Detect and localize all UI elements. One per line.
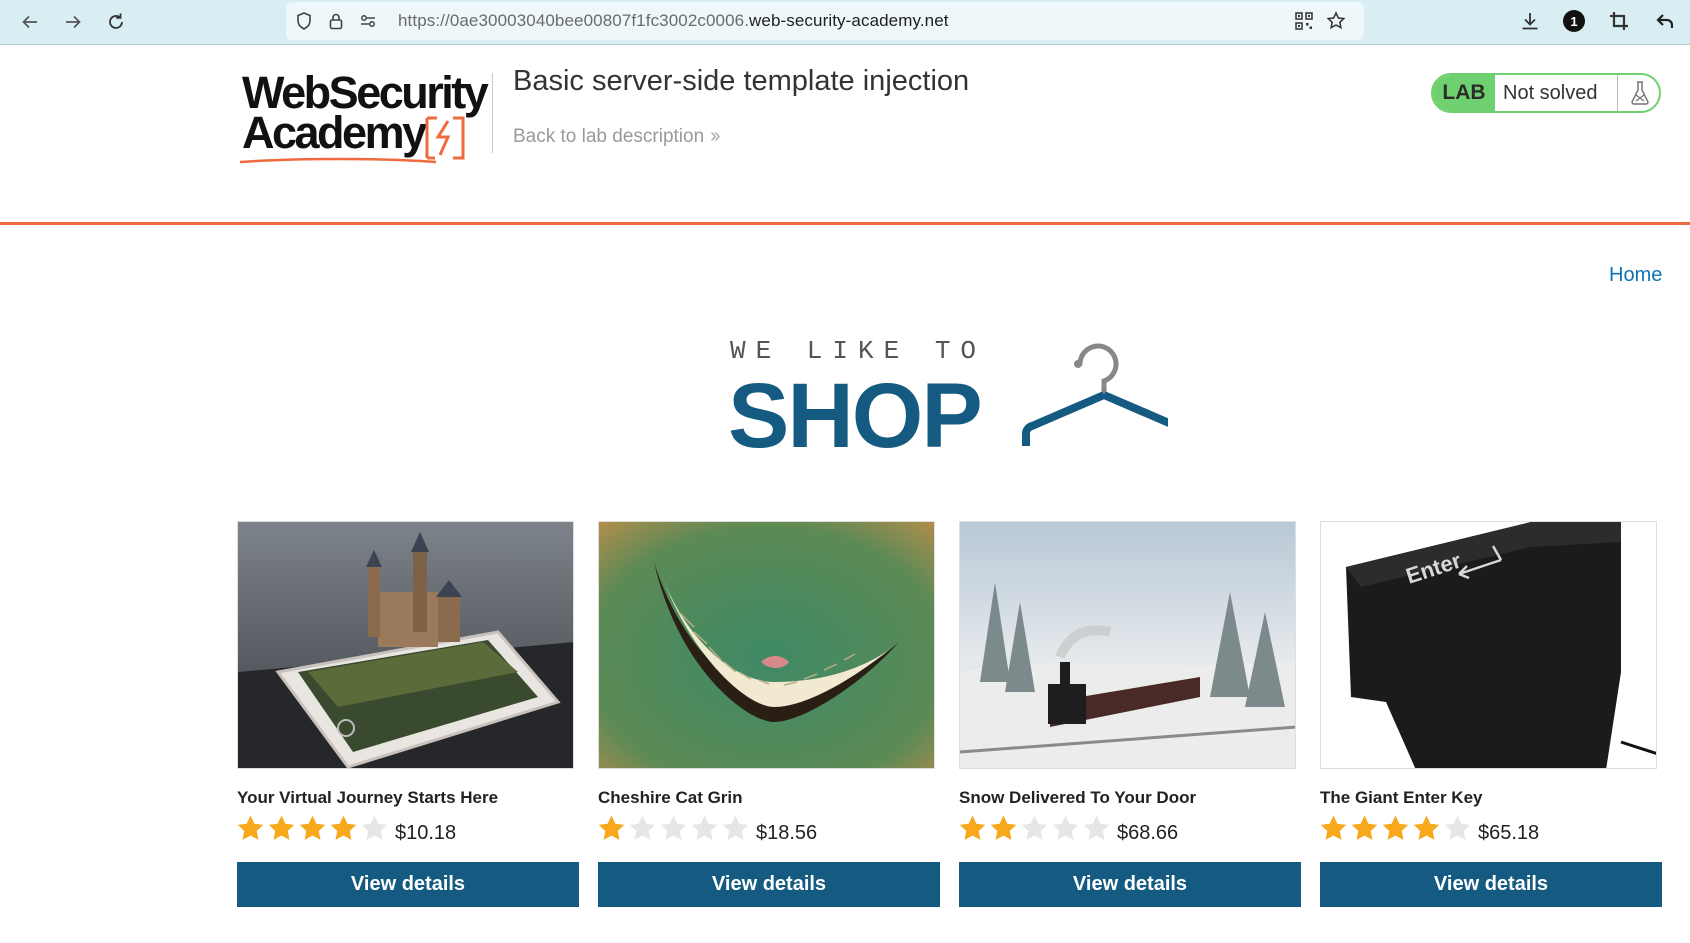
product-card: Your Virtual Journey Starts Here $10.18 … xyxy=(235,521,580,907)
product-price: $65.18 xyxy=(1478,822,1540,844)
rating-stars xyxy=(957,813,1112,843)
double-chevron-right-icon: ›› xyxy=(710,125,720,147)
flask-button[interactable] xyxy=(1617,75,1659,111)
star-filled-icon xyxy=(990,815,1017,840)
product-grid: Your Virtual Journey Starts Here $10.18 … xyxy=(235,521,1663,907)
star-empty-icon xyxy=(361,815,388,840)
star-empty-icon xyxy=(1444,815,1471,840)
back-button[interactable] xyxy=(14,6,46,38)
product-price: $68.66 xyxy=(1117,822,1179,844)
star-filled-icon xyxy=(330,815,357,840)
lab-header: WebSecurity Academy Basic server-side te… xyxy=(0,45,1690,225)
shield-icon[interactable] xyxy=(294,11,314,31)
back-link-label: Back to lab description xyxy=(513,126,705,147)
star-filled-icon xyxy=(598,815,625,840)
product-name: Your Virtual Journey Starts Here xyxy=(237,788,499,807)
view-details-button[interactable]: View details xyxy=(237,862,579,907)
arrow-right-icon xyxy=(66,15,81,29)
star-empty-icon xyxy=(1083,815,1110,840)
star-empty-icon xyxy=(1021,815,1048,840)
product-card: Snow Delivered To Your Door $68.66 View … xyxy=(957,521,1302,907)
rating-stars xyxy=(1318,813,1473,843)
rating-stars xyxy=(596,813,751,843)
site-permissions-icon[interactable] xyxy=(358,11,378,31)
extension-badge-count: 1 xyxy=(1570,13,1578,29)
logo-bolt-icon xyxy=(425,116,465,160)
undo-icon[interactable] xyxy=(1654,10,1676,32)
product-name: Cheshire Cat Grin xyxy=(598,788,743,807)
lab-badge: LAB xyxy=(1433,75,1495,111)
flask-icon xyxy=(1630,81,1649,105)
banner-tagline: WE LIKE TO xyxy=(730,336,987,366)
star-filled-icon xyxy=(1413,815,1440,840)
browser-toolbar: https://0ae30003040bee00807f1fc3002c0006… xyxy=(0,0,1690,45)
enter-key-image[interactable]: Enter xyxy=(1320,521,1657,769)
url-text[interactable]: https://0ae30003040bee00807f1fc3002c0006… xyxy=(398,11,949,31)
coat-hanger-icon xyxy=(1022,343,1168,446)
view-details-button[interactable]: View details xyxy=(1320,862,1662,907)
star-filled-icon xyxy=(268,815,295,840)
star-empty-icon xyxy=(660,815,687,840)
star-empty-icon xyxy=(722,815,749,840)
product-price: $10.18 xyxy=(395,822,457,844)
grin-image[interactable] xyxy=(598,521,935,769)
web-security-academy-logo[interactable]: WebSecurity Academy xyxy=(238,67,489,164)
star-filled-icon xyxy=(1320,815,1347,840)
header-divider xyxy=(492,73,493,153)
snow-train-image[interactable] xyxy=(959,521,1296,769)
back-to-description-link[interactable]: Back to lab description ›› xyxy=(513,125,721,148)
home-link[interactable]: Home xyxy=(1609,264,1662,287)
star-empty-icon xyxy=(691,815,718,840)
downloads-icon[interactable] xyxy=(1519,10,1541,32)
product-price: $18.56 xyxy=(756,822,818,844)
banner-shop-word: SHOP xyxy=(728,365,983,467)
lab-status-text: Not solved xyxy=(1503,82,1598,104)
extension-badge-icon[interactable]: 1 xyxy=(1563,10,1585,32)
crop-icon[interactable] xyxy=(1608,10,1630,32)
lab-title: Basic server-side template injection xyxy=(513,65,970,97)
lab-status-widget: LAB Not solved xyxy=(1431,73,1661,113)
view-details-button[interactable]: View details xyxy=(598,862,940,907)
bookmark-star-icon[interactable] xyxy=(1326,11,1346,31)
product-card: Enter The Giant Enter Key $65.18 View de… xyxy=(1318,521,1663,907)
arrow-left-icon xyxy=(22,15,37,29)
star-filled-icon xyxy=(1382,815,1409,840)
castle-phone-image[interactable] xyxy=(237,521,574,769)
view-details-button[interactable]: View details xyxy=(959,862,1301,907)
qr-code-icon[interactable] xyxy=(1294,11,1314,31)
star-filled-icon xyxy=(237,815,264,840)
product-name: Snow Delivered To Your Door xyxy=(959,788,1197,807)
lock-icon[interactable] xyxy=(326,11,346,31)
star-empty-icon xyxy=(1052,815,1079,840)
logo-text-line2: Academy xyxy=(242,107,427,158)
star-filled-icon xyxy=(959,815,986,840)
star-empty-icon xyxy=(629,815,656,840)
reload-icon xyxy=(109,13,123,29)
star-filled-icon xyxy=(299,815,326,840)
product-name: The Giant Enter Key xyxy=(1320,788,1483,807)
product-card: Cheshire Cat Grin $18.56 View details xyxy=(596,521,941,907)
forward-button[interactable] xyxy=(57,6,89,38)
reload-button[interactable] xyxy=(100,6,132,38)
logo-underline-icon xyxy=(239,157,437,164)
address-bar[interactable]: https://0ae30003040bee00807f1fc3002c0006… xyxy=(286,2,1364,40)
shop-banner: WE LIKE TO SHOP xyxy=(728,334,1168,464)
star-filled-icon xyxy=(1351,815,1378,840)
rating-stars xyxy=(235,813,390,843)
